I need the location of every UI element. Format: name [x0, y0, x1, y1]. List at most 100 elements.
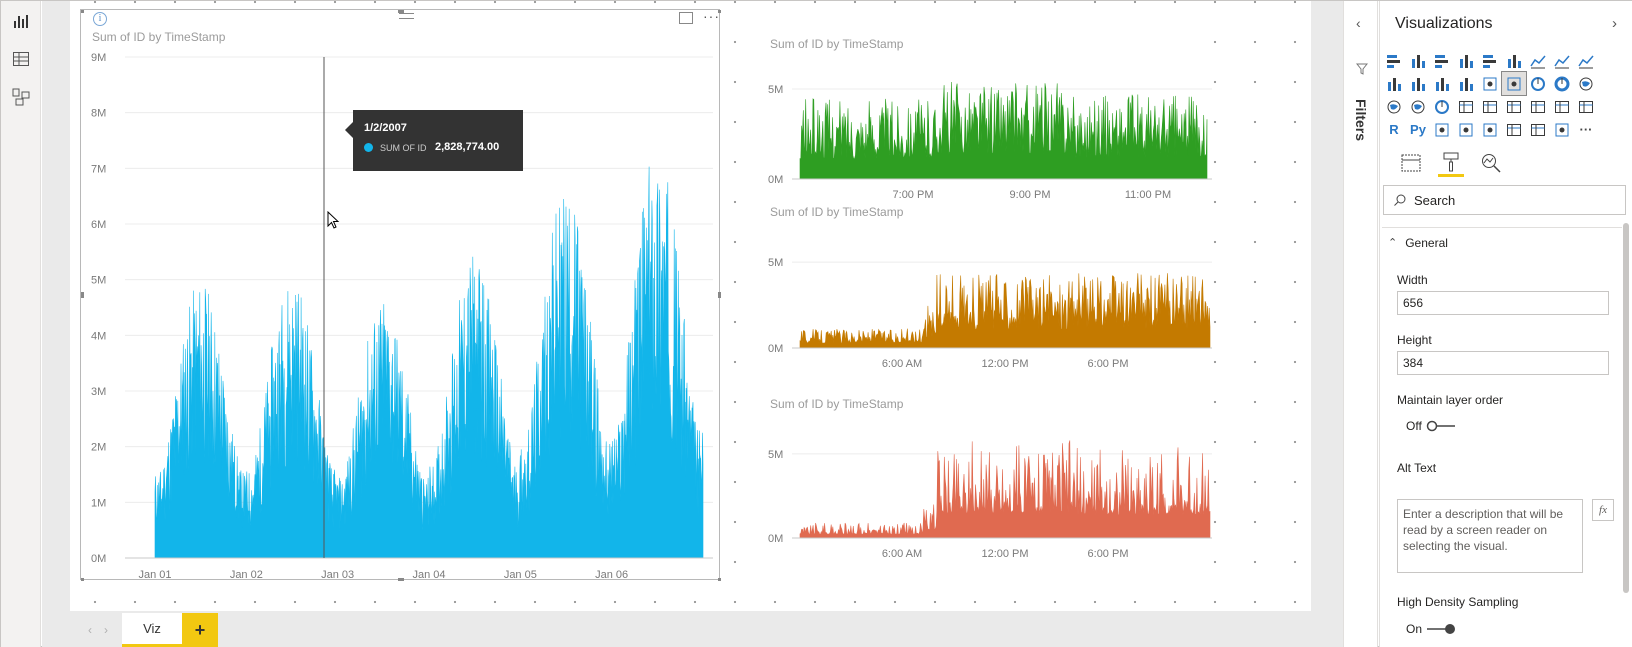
card-icon[interactable] [1454, 95, 1478, 118]
y-tick-label: 2M [91, 442, 106, 454]
alt-text-input[interactable]: Enter a description that will be read by… [1397, 499, 1583, 573]
series-area [799, 440, 1211, 539]
chart-red-svg[interactable]: 5M 0M 6:00 AM 12:00 PM 6:00 PM [762, 393, 1212, 573]
filters-pane-collapsed[interactable]: ‹ Filters [1343, 1, 1378, 647]
resize-handle [718, 292, 721, 298]
y-tick-label: 9M [91, 52, 106, 64]
chart-green-svg[interactable]: 5M 0M 7:00 PM 9:00 PM 11:00 PM [762, 31, 1212, 206]
analytics-tab-icon[interactable] [1478, 149, 1504, 177]
key-influencers-icon[interactable] [1430, 118, 1454, 141]
data-view-icon[interactable] [9, 47, 33, 71]
tab-scroll-left-icon[interactable]: ‹ [88, 623, 92, 637]
filled-map-icon[interactable] [1406, 95, 1430, 118]
paginated-report-icon[interactable] [1526, 118, 1550, 141]
clustered-column-icon[interactable] [1454, 49, 1478, 72]
y-tick-label: 5M [768, 449, 783, 461]
chart-orange-visual[interactable]: Sum of ID by TimeStamp 5M 0M 6:00 AM 12:00 … [762, 201, 1212, 381]
general-section-label: General [1405, 235, 1448, 250]
tab-scroll-right-icon[interactable]: › [104, 623, 108, 637]
toggle-off-icon [1426, 420, 1455, 432]
alt-text-label: Alt Text [1397, 461, 1437, 475]
model-view-icon[interactable] [9, 85, 33, 109]
donut-chart-icon[interactable] [1550, 72, 1574, 95]
resize-handle [81, 578, 84, 581]
format-search-input[interactable]: Search [1383, 185, 1626, 215]
stacked-column-icon[interactable] [1406, 49, 1430, 72]
collapse-left-icon[interactable]: ‹ [1356, 15, 1361, 31]
line-stacked-column-icon[interactable] [1406, 72, 1430, 95]
height-input[interactable]: 384 [1397, 351, 1609, 375]
y-tick-label: 5M [768, 257, 783, 269]
visual-types-grid: R Py ··· [1382, 49, 1598, 141]
waterfall-chart-icon[interactable] [1454, 72, 1478, 95]
more-visuals-label: ··· [1579, 122, 1593, 137]
stacked-area-icon[interactable] [1574, 49, 1598, 72]
slicer-icon[interactable] [1526, 95, 1550, 118]
mouse-cursor-icon [327, 211, 340, 229]
filter-funnel-icon [1356, 63, 1368, 75]
x-tick-label: 12:00 PM [981, 358, 1028, 370]
fx-button[interactable]: fx [1592, 499, 1614, 521]
more-visuals-icon[interactable]: ··· [1574, 118, 1598, 141]
gauge-icon[interactable] [1430, 95, 1454, 118]
format-tab-icon[interactable] [1438, 149, 1464, 177]
map-icon[interactable] [1382, 95, 1406, 118]
clustered-bar-icon[interactable] [1430, 49, 1454, 72]
pane-scrollbar[interactable] [1623, 223, 1629, 593]
layer-order-toggle[interactable]: Off [1406, 419, 1456, 433]
general-section-header[interactable]: ⌃ General [1382, 227, 1622, 257]
line-chart-icon[interactable] [1526, 49, 1550, 72]
main-chart-visual[interactable]: i ··· Sum of ID by TimeStamp 9M 8M 7M 6M 5M 4… [80, 8, 721, 581]
visualizations-title: Visualizations [1395, 15, 1493, 32]
width-input[interactable]: 656 [1397, 291, 1609, 315]
report-view-icon[interactable] [9, 9, 33, 33]
y-tick-label: 0M [768, 343, 783, 355]
series-area [799, 81, 1208, 180]
area-chart-icon[interactable] [1550, 49, 1574, 72]
x-tick-label: Jan 05 [504, 569, 537, 581]
main-chart-svg[interactable]: 9M 8M 7M 6M 5M 4M 3M 2M 1M 0M Jan 01 Jan 02 Jan 03 Ja… [81, 10, 721, 581]
pane-tabs [1398, 149, 1504, 177]
chart-red-visual[interactable]: Sum of ID by TimeStamp 5M 0M 6:00 AM 12:00 … [762, 393, 1212, 573]
layer-order-label: Maintain layer order [1397, 393, 1504, 407]
multi-row-card-icon[interactable] [1478, 95, 1502, 118]
stacked-bar-icon[interactable] [1382, 49, 1406, 72]
smart-narrative-icon[interactable] [1502, 118, 1526, 141]
add-page-button[interactable]: + [182, 613, 218, 647]
y-tick-label: 1M [91, 497, 106, 509]
table-icon[interactable] [1550, 95, 1574, 118]
kpi-icon[interactable] [1502, 95, 1526, 118]
scatter-chart-icon[interactable] [1501, 71, 1527, 96]
ribbon-chart-icon[interactable] [1430, 72, 1454, 95]
power-apps-icon[interactable] [1550, 118, 1574, 141]
100-stacked-bar-icon[interactable] [1478, 49, 1502, 72]
100-stacked-column-icon[interactable] [1502, 49, 1526, 72]
x-tick-label: Jan 01 [138, 569, 171, 581]
collapse-right-icon[interactable]: › [1612, 15, 1617, 32]
y-tick-label: 5M [91, 275, 106, 287]
search-icon [1394, 194, 1406, 206]
tab-viz[interactable]: Viz [122, 613, 182, 647]
x-tick-label: Jan 04 [412, 569, 445, 581]
r-visual-icon[interactable]: R [1382, 118, 1406, 141]
chart-orange-svg[interactable]: 5M 0M 6:00 AM 12:00 PM 6:00 PM [762, 201, 1212, 381]
powerbi-window: i ··· Sum of ID by TimeStamp 9M 8M 7M 6M 5M 4… [0, 0, 1632, 647]
python-visual-icon[interactable]: Py [1406, 118, 1430, 141]
x-tick-label: 6:00 PM [1088, 548, 1129, 560]
decomposition-tree-icon[interactable] [1454, 118, 1478, 141]
hds-toggle[interactable]: On [1406, 622, 1456, 636]
line-clustered-column-icon[interactable] [1382, 72, 1406, 95]
series-area [799, 273, 1211, 349]
y-tick-label: 8M [91, 108, 106, 120]
y-tick-label: 0M [768, 174, 783, 186]
pie-chart-icon[interactable] [1526, 72, 1550, 95]
treemap-icon[interactable] [1574, 72, 1598, 95]
fields-tab-icon[interactable] [1398, 149, 1424, 177]
funnel-chart-icon[interactable] [1478, 72, 1502, 95]
qna-icon[interactable] [1478, 118, 1502, 141]
tooltip-date: 1/2/2007 [364, 122, 407, 134]
resize-handle [81, 292, 84, 298]
filters-label[interactable]: Filters [1353, 99, 1369, 141]
chart-green-visual[interactable]: Sum of ID by TimeStamp 5M 0M 7:00 PM 9:00 P… [762, 31, 1212, 206]
matrix-icon[interactable] [1574, 95, 1598, 118]
